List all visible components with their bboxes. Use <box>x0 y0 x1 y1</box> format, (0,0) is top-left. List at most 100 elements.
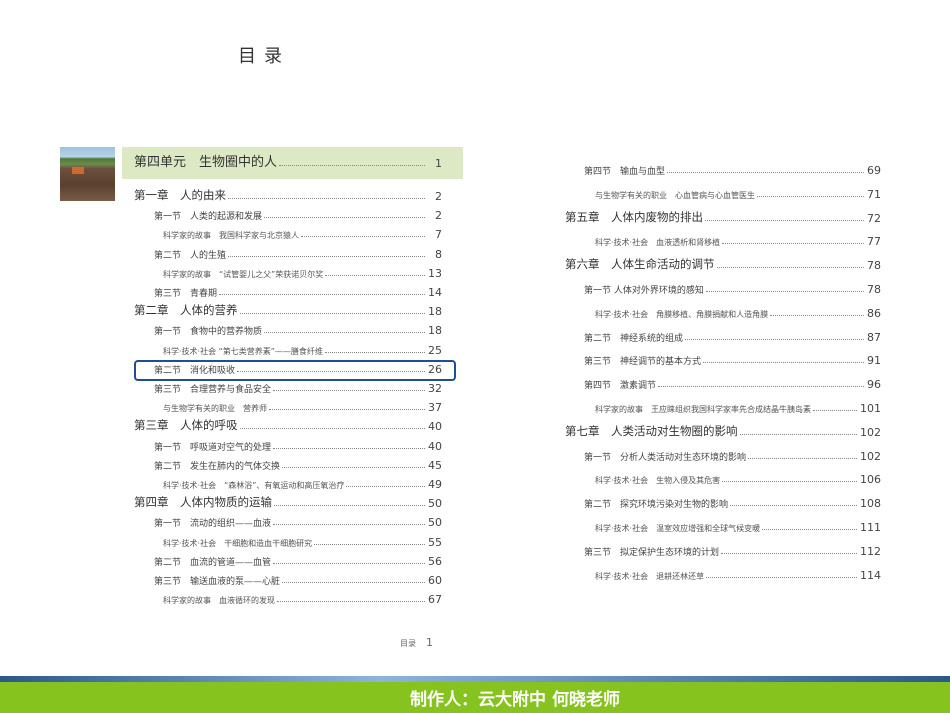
entry-label: 科学·技术·社会 生物入侵及其危害 <box>595 476 721 486</box>
toc-entry[interactable]: 第三节 输送血液的泵——心脏 60 <box>154 571 442 587</box>
toc-entry[interactable]: 第一节 流动的组织——血液 50 <box>154 513 442 529</box>
toc-entry[interactable]: 与生物学有关的职业 营养师 37 <box>163 398 442 414</box>
entry-page: 69 <box>867 164 881 177</box>
entry-page: 32 <box>428 382 442 395</box>
entry-label: 与生物学有关的职业 心血管病与心血管医生 <box>595 190 755 200</box>
toc-entry[interactable]: 第一节 人体对外界环境的感知 78 <box>584 280 881 296</box>
leader-dots <box>705 291 864 292</box>
entry-label: 第四章 人体内物质的运输 <box>134 495 272 510</box>
entry-label: 第四节 激素调节 <box>584 381 657 392</box>
toc-entry[interactable]: 科学·技术·社会 “森林浴”、有氧运动和高压氧治疗 49 <box>163 475 442 491</box>
leader-dots <box>685 338 864 340</box>
toc-entry[interactable]: 第六章 人体生命活动的调节 78 <box>565 256 881 272</box>
toc-entry[interactable]: 第一节 食物中的营养物质 18 <box>154 321 442 337</box>
unit-label: 第四单元 生物圈中的人 <box>134 155 278 170</box>
leader-dots <box>264 217 425 219</box>
entry-page: 18 <box>428 305 442 319</box>
toc-entry[interactable]: 第一章 人的由来 2 <box>134 187 442 203</box>
toc-entry[interactable]: 科学·技术·社会 生物入侵及其危害 106 <box>595 470 881 486</box>
toc-entry[interactable]: 第二节 血流的管道——血管 56 <box>154 552 442 568</box>
toc-entry[interactable]: 科学家的故事 王应睐组织我国科学家率先合成结晶牛胰岛素 101 <box>595 399 881 415</box>
author-text: 制作人：云大附中 何晓老师 <box>410 690 620 710</box>
leader-dots <box>757 195 864 197</box>
entry-label: 与生物学有关的职业 营养师 <box>163 404 267 414</box>
entry-label: 科学·技术·社会 干细胞和造血干细胞研究 <box>163 538 313 548</box>
toc-entry[interactable]: 第二节 神经系统的组成 87 <box>584 328 881 344</box>
toc-entry[interactable]: 第三节 青春期 14 <box>154 283 442 299</box>
entry-label: 第三节 合理营养与食品安全 <box>154 385 272 395</box>
entry-page: 106 <box>860 473 881 487</box>
entry-label: 科学·技术·社会 血液透析和肾移植 <box>595 238 721 248</box>
toc-entry[interactable]: 第一节 呼吸道对空气的处理 40 <box>154 437 442 453</box>
entry-page: 86 <box>867 306 881 320</box>
leader-dots <box>346 486 425 487</box>
entry-label: 第三节 输送血液的泵——心脏 <box>154 577 281 587</box>
entry-page: 8 <box>435 247 442 261</box>
leader-dots <box>239 428 425 430</box>
author-banner: 制作人：云大附中 何晓老师 <box>0 682 950 713</box>
leader-dots <box>301 236 425 238</box>
toc-entry[interactable]: 第二节 人的生殖 8 <box>154 245 442 261</box>
highlight-box <box>134 360 456 381</box>
toc-entry[interactable]: 第四节 激素调节 96 <box>584 375 881 391</box>
entry-label: 第二章 人体的营养 <box>134 303 238 318</box>
entry-page: 78 <box>867 259 881 273</box>
entry-label: 科学家的故事 王应睐组织我国科学家率先合成结晶牛胰岛素 <box>595 405 811 414</box>
toc-entry[interactable]: 第二节 发生在肺内的气体交换 45 <box>154 456 442 472</box>
entry-label: 科学·技术·社会 退耕还林还草 <box>595 571 705 581</box>
entry-page: 71 <box>867 187 881 201</box>
entry-label: 第七章 人类活动对生物圈的影响 <box>565 423 738 438</box>
entry-label: 科学·技术·社会 角膜移植、角膜捐献和人造角膜 <box>595 309 769 319</box>
toc-entry[interactable]: 科学·技术·社会 干细胞和造血干细胞研究 55 <box>163 533 442 549</box>
leader-dots <box>730 505 857 507</box>
toc-entry[interactable]: 第三节 合理营养与食品安全 32 <box>154 379 442 395</box>
toc-entry[interactable]: 科学·技术·社会 血液透析和肾移植 77 <box>595 232 881 248</box>
entry-label: 第三节 拟定保护生态环境的计划 <box>584 547 720 558</box>
leader-dots <box>770 314 864 316</box>
entry-page: 108 <box>860 497 881 511</box>
leader-dots <box>228 255 425 257</box>
toc-entry[interactable]: 第一节 分析人类活动对生态环境的影响 102 <box>584 447 881 463</box>
entry-label: 科学·技术·社会 “森林浴”、有氧运动和高压氧治疗 <box>163 481 345 490</box>
entry-page: 111 <box>860 521 881 534</box>
toc-entry[interactable]: 第三章 人体的呼吸 40 <box>134 417 442 433</box>
toc-entry[interactable]: 第四章 人体内物质的运输 50 <box>134 494 442 510</box>
entry-page: 102 <box>860 425 881 439</box>
entry-label: 第二节 血流的管道——血管 <box>154 557 272 568</box>
entry-label: 第一章 人的由来 <box>134 188 226 202</box>
toc-entry[interactable]: 科学·技术·社会 退耕还林还草 114 <box>595 566 881 582</box>
toc-entry[interactable]: 第三节 拟定保护生态环境的计划 112 <box>584 542 881 558</box>
toc-entry[interactable]: 第二章 人体的营养 18 <box>134 302 442 318</box>
footer-label: 目录 <box>400 639 416 648</box>
toc-entry[interactable]: 第三节 神经调节的基本方式 91 <box>584 351 881 367</box>
toc-entry[interactable]: 科学·技术·社会 角膜移植、角膜捐献和人造角膜 86 <box>595 304 881 320</box>
leader-dots <box>739 433 857 435</box>
leader-dots <box>705 219 864 221</box>
entry-page: 91 <box>867 354 881 368</box>
leader-dots <box>273 390 425 391</box>
unit-page: 1 <box>435 157 442 170</box>
entry-page: 37 <box>428 401 442 415</box>
toc-entry[interactable]: 第一节 人类的起源和发展 2 <box>154 206 442 222</box>
toc-title: 目录 <box>238 46 290 67</box>
entry-label: 第一节 人类的起源和发展 <box>154 212 263 223</box>
entry-label: 第一节 人体对外界环境的感知 <box>584 286 704 296</box>
entry-page: 102 <box>860 449 881 463</box>
toc-entry[interactable]: 与生物学有关的职业 心血管病与心血管医生 71 <box>595 185 881 201</box>
toc-entry[interactable]: 第五章 人体内废物的排出 72 <box>565 209 881 225</box>
unit-heading[interactable]: 第四单元 生物圈中的人 1 <box>134 154 442 170</box>
entry-label: 科学·技术·社会 温室效应增强和全球气候变暖 <box>595 524 761 533</box>
toc-entry[interactable]: 科学家的故事 血液循环的发现 67 <box>163 590 442 606</box>
toc-entry[interactable]: 科学家的故事 我国科学家与北京猿人 7 <box>163 225 442 241</box>
toc-entry[interactable]: 第七章 人类活动对生物圈的影响 102 <box>565 423 881 439</box>
toc-entry[interactable]: 第二节 探究环境污染对生物的影响 108 <box>584 494 881 510</box>
entry-page: 112 <box>860 544 881 558</box>
toc-entry[interactable]: 科学·技术·社会 温室效应增强和全球气候变暖 111 <box>595 518 881 534</box>
entry-label: 第二节 人的生殖 <box>154 250 227 261</box>
entry-label: 第五章 人体内废物的排出 <box>565 209 703 224</box>
toc-entry[interactable]: 科学·技术·社会 “第七类营养素”——膳食纤维 25 <box>163 341 442 357</box>
leader-dots <box>703 362 864 364</box>
toc-entry[interactable]: 科学家的故事 “试管婴儿之父”荣获诺贝尔奖 13 <box>163 264 442 280</box>
footer-page-number: 1 <box>426 636 433 649</box>
toc-entry[interactable]: 第四节 输血与血型 69 <box>584 161 881 177</box>
